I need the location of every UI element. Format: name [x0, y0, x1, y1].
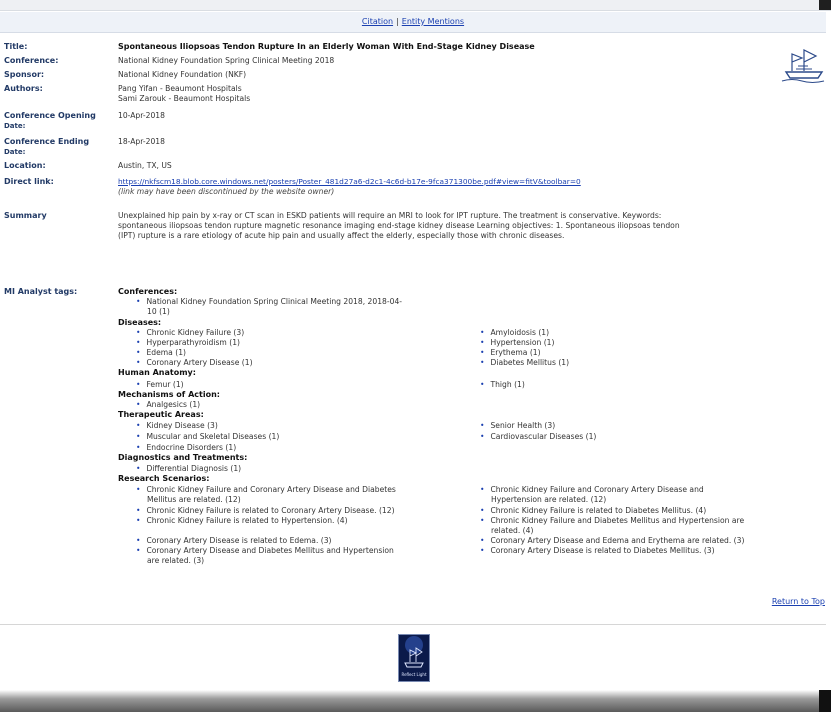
list-item[interactable]: • Chronic Kidney Failure and Coronary Art… [136, 485, 456, 505]
bottom-shadow [0, 690, 831, 712]
list-item-cont: 10 (1) [147, 307, 170, 316]
direct-link-label: Direct link: [4, 177, 54, 186]
author-2: Sami Zarouk - Beaumont Hospitals [118, 94, 251, 103]
list-item[interactable]: • Coronary Artery Disease is related to D… [480, 546, 800, 556]
list-item[interactable]: • Chronic Kidney Failure is related to Hy… [136, 516, 456, 526]
anatomy-heading: Human Anatomy: [118, 368, 196, 377]
summary-line-3: (IPT) rupture is a rare etiology of acut… [118, 231, 565, 240]
list-item[interactable]: • Chronic Kidney Failure and Coronary Art… [480, 485, 800, 505]
list-item[interactable]: • Edema (1) [136, 348, 186, 358]
ending-value: 18-Apr-2018 [118, 137, 165, 146]
therapeutic-areas-heading: Therapeutic Areas: [118, 410, 204, 419]
list-item[interactable]: • Analgesics (1) [136, 400, 200, 410]
summary-line-2: spontaneous iliopsoas tendon rupture mag… [118, 221, 680, 230]
ending-label: Conference Ending Date: [4, 137, 90, 156]
location-label: Location: [4, 161, 46, 170]
list-item[interactable]: • Coronary Artery Disease (1) [136, 358, 253, 368]
list-item[interactable]: • Muscular and Skeletal Diseases (1) [136, 432, 279, 442]
title-label: Title: [4, 42, 28, 51]
logo-caption: Reflect Light [401, 672, 427, 677]
research-scenarios-heading: Research Scenarios: [118, 474, 210, 483]
list-item[interactable]: • Differential Diagnosis (1) [136, 464, 241, 474]
top-corner [819, 0, 831, 10]
list-item[interactable]: • Kidney Disease (3) [136, 421, 218, 431]
tags-label: MI Analyst tags: [4, 287, 78, 296]
ship-logo-icon [781, 49, 825, 83]
direct-link-note: (link may have been discontinued by the … [118, 187, 335, 196]
citation-link[interactable]: Citation [362, 17, 393, 26]
analyst-tags: Conferences: • National Kidney Foundation… [118, 287, 808, 597]
diagnostics-heading: Diagnostics and Treatments: [118, 453, 248, 462]
diseases-heading: Diseases: [118, 318, 162, 327]
list-item[interactable]: • Hypertension (1) [480, 338, 554, 348]
direct-link[interactable]: https://nkfscm18.blob.core.windows.net/p… [118, 177, 768, 187]
sponsor-value: National Kidney Foundation (NKF) [118, 70, 247, 79]
summary-label: Summary [4, 211, 47, 220]
conference-value: National Kidney Foundation Spring Clinic… [118, 56, 335, 65]
list-item[interactable]: • Chronic Kidney Failure and Diabetes Mel… [480, 516, 800, 536]
opening-label: Conference Opening Date: [4, 111, 96, 130]
sponsor-label: Sponsor: [4, 70, 45, 79]
list-item[interactable]: • Coronary Artery Disease and Edema and E… [480, 536, 800, 546]
list-item[interactable]: • Chronic Kidney Failure (3) [136, 328, 244, 338]
conferences-heading: Conferences: [118, 287, 178, 296]
entity-mentions-link[interactable]: Entity Mentions [402, 17, 464, 26]
list-item[interactable]: • Chronic Kidney Failure is related to Di… [480, 506, 800, 516]
list-item[interactable]: • Amyloidosis (1) [480, 328, 549, 338]
list-item[interactable]: • Erythema (1) [480, 348, 541, 358]
ship-badge-icon[interactable]: Reflect Light [398, 634, 430, 682]
author-1: Pang Yifan - Beaumont Hospitals [118, 84, 242, 93]
divider [0, 624, 826, 625]
citation-bar: Citation | Entity Mentions [0, 12, 826, 33]
list-item[interactable]: • Diabetes Mellitus (1) [480, 358, 569, 368]
summary-line-1: Unexplained hip pain by x-ray or CT scan… [118, 211, 662, 220]
record-title: Spontaneous Iliopsoas Tendon Rupture In … [118, 42, 535, 51]
list-item[interactable]: • Senior Health (3) [480, 421, 555, 431]
list-item[interactable]: • Thigh (1) [480, 380, 525, 390]
return-to-top-link[interactable]: Return to Top [772, 597, 825, 606]
list-item[interactable]: • Cardiovascular Diseases (1) [480, 432, 596, 442]
list-item[interactable]: • Hyperparathyroidism (1) [136, 338, 240, 348]
opening-value: 10-Apr-2018 [118, 111, 165, 120]
conference-label: Conference: [4, 56, 59, 65]
list-item[interactable]: • National Kidney Foundation Spring Clini… [136, 297, 402, 307]
citation-separator: | [396, 17, 399, 26]
top-strip [0, 0, 831, 11]
bottom-corner [819, 690, 831, 712]
moa-heading: Mechanisms of Action: [118, 390, 220, 399]
list-item[interactable]: • Endocrine Disorders (1) [136, 443, 236, 453]
list-item[interactable]: • Femur (1) [136, 380, 184, 390]
list-item[interactable]: • Chronic Kidney Failure is related to Co… [136, 506, 456, 516]
authors-label: Authors: [4, 84, 43, 93]
page: Citation | Entity Mentions Title: Spontane… [0, 0, 831, 712]
list-item[interactable]: • Coronary Artery Disease and Diabetes Me… [136, 546, 456, 566]
location-value: Austin, TX, US [118, 161, 172, 170]
list-item[interactable]: • Coronary Artery Disease is related to E… [136, 536, 456, 546]
